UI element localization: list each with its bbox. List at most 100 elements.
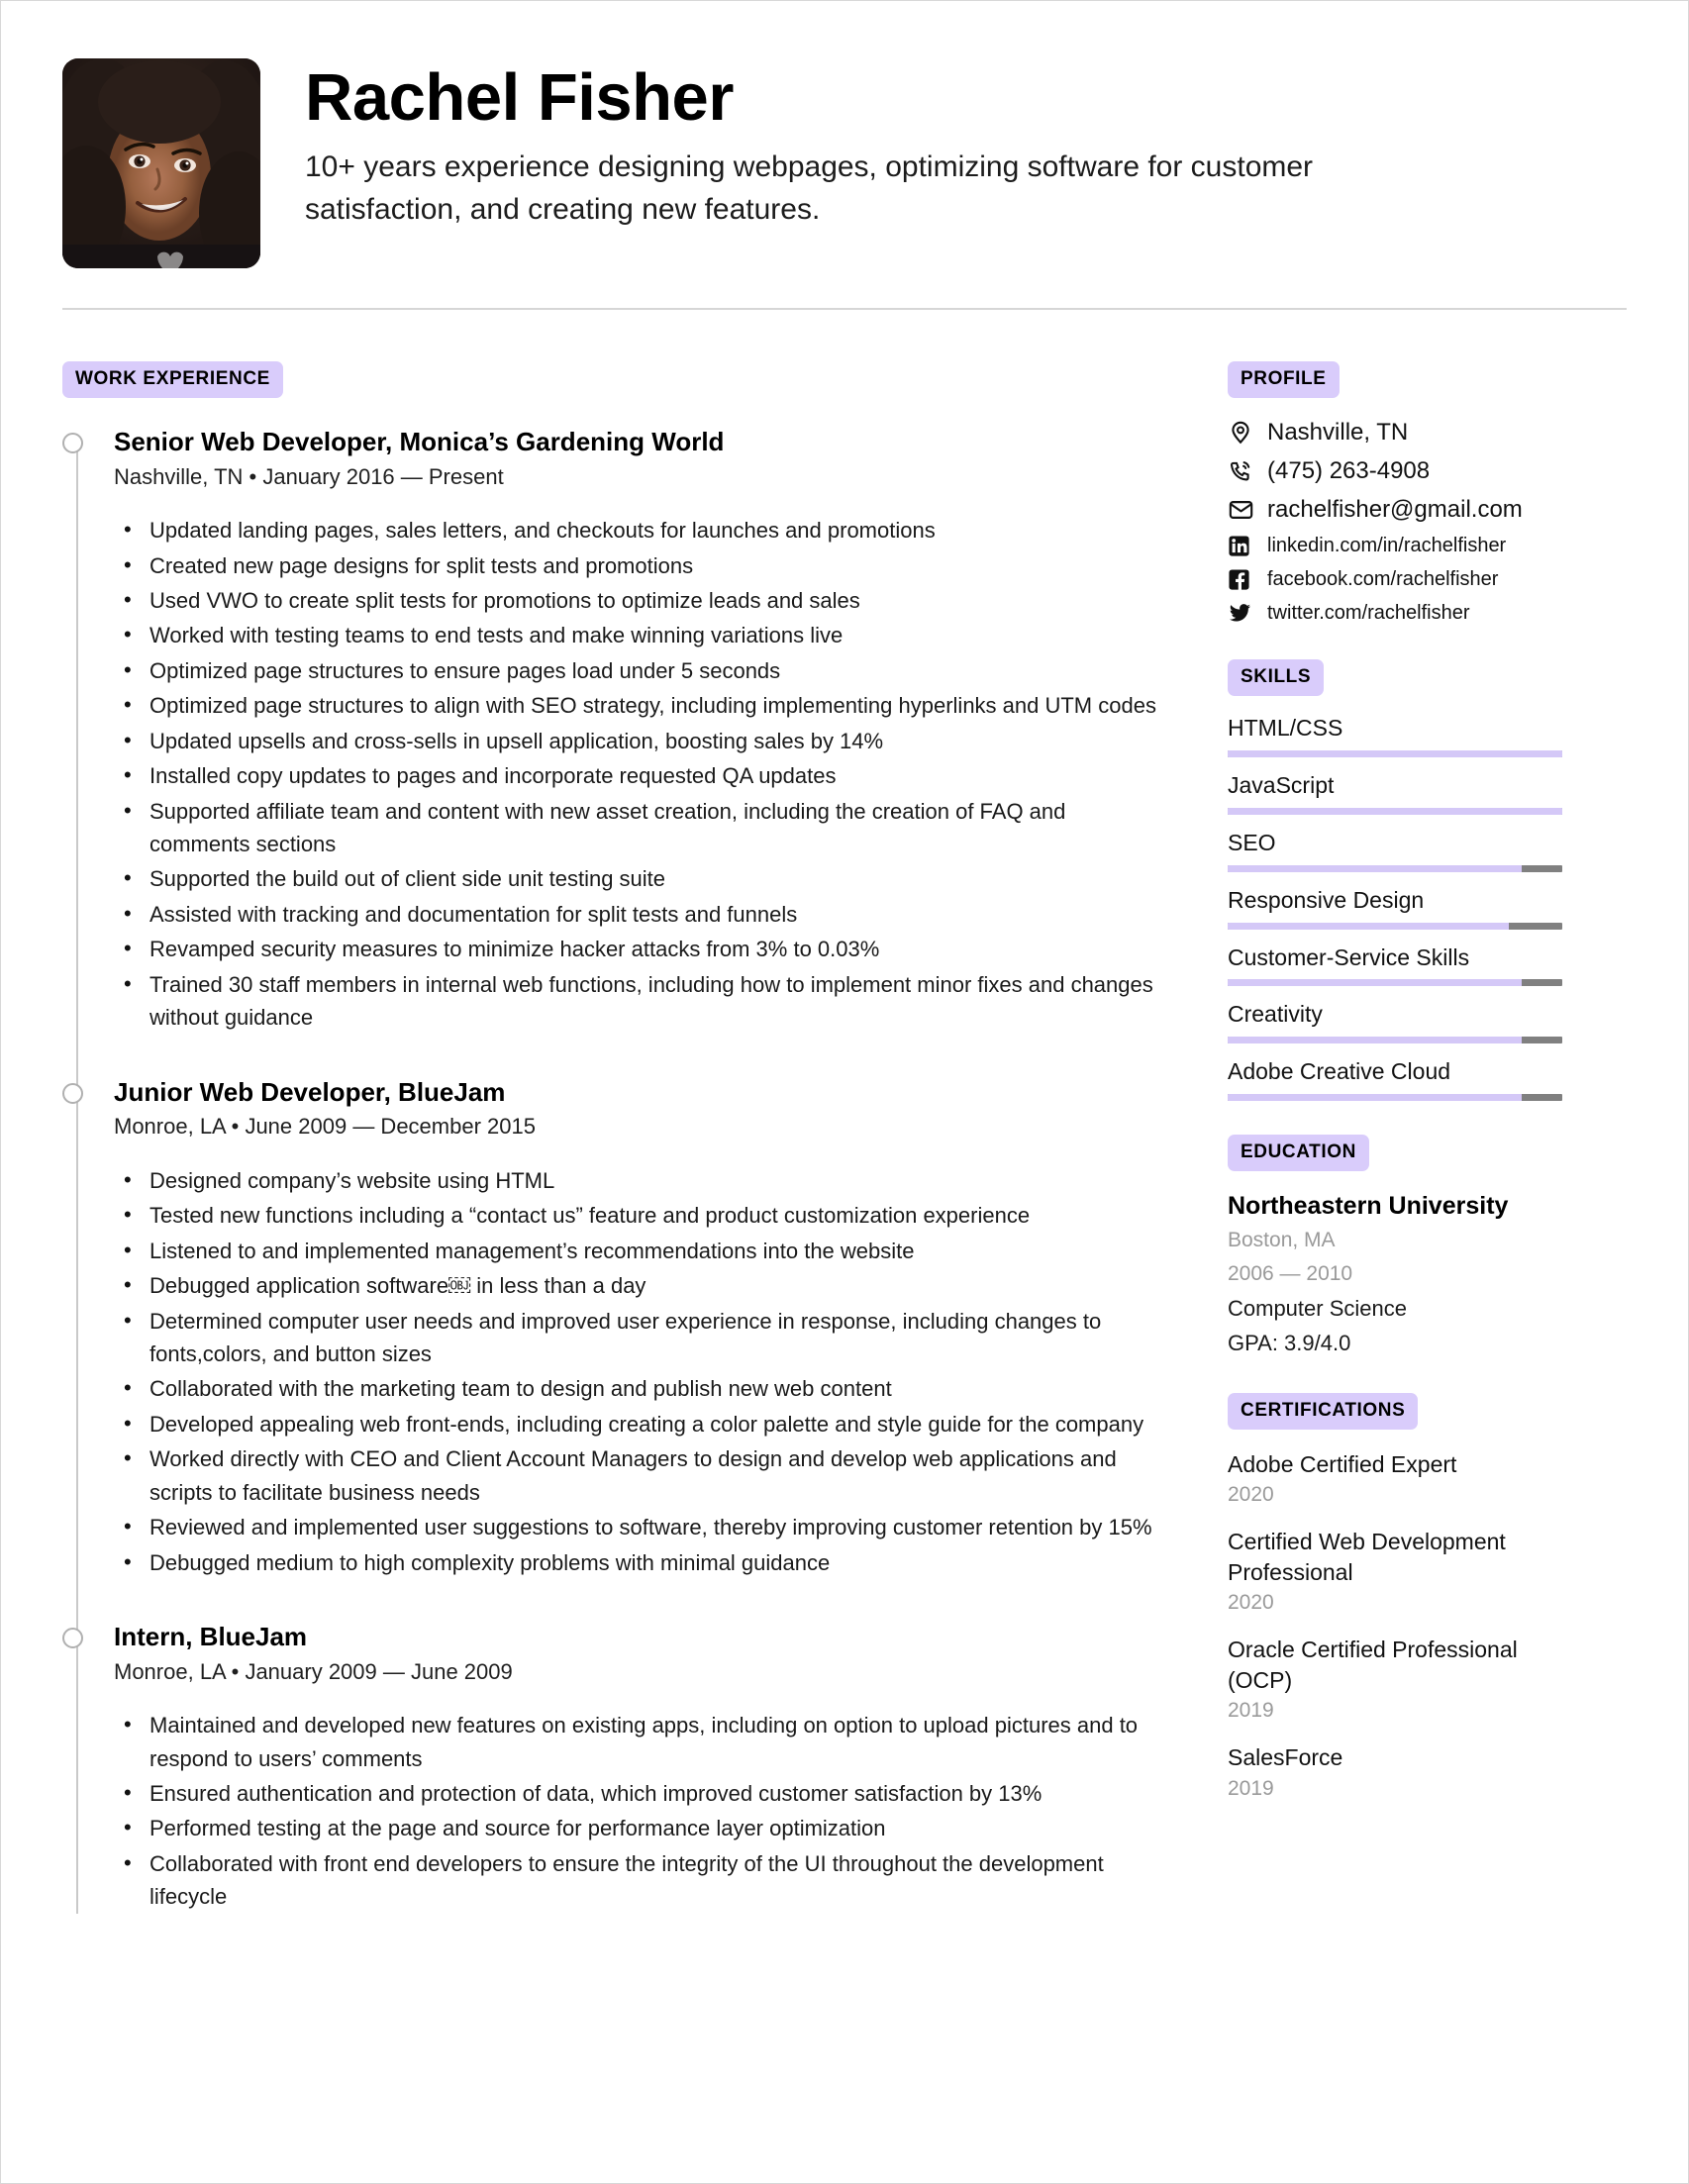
skills-list: HTML/CSS JavaScript SEO Responsive Design Cu…	[1228, 714, 1562, 1102]
job-bullet: Assisted with tracking and documentation…	[114, 897, 1166, 931]
job-bullet: Worked directly with CEO and Client Acco…	[114, 1441, 1166, 1509]
job-bullet-list: Designed company’s website using HTMLTes…	[114, 1163, 1166, 1579]
job-meta: Nashville, TN • January 2016 — Present	[114, 463, 504, 489]
resume-body: WORK EXPERIENCE Senior Web Developer, Mo…	[1, 310, 1688, 1916]
job-bullet: Revamped security measures to minimize h…	[114, 932, 1166, 965]
skill-level-fill	[1228, 807, 1562, 815]
job-bullet: Collaborated with front end developers t…	[114, 1846, 1166, 1914]
skill-name: Adobe Creative Cloud	[1228, 1058, 1451, 1085]
certification-item: Oracle Certified Professional (OCP) 2019	[1228, 1635, 1562, 1725]
job-bullet: Used VWO to create split tests for promo…	[114, 583, 1166, 617]
job-bullet: Ensured authentication and protection of…	[114, 1776, 1166, 1810]
section-badge-skills: SKILLS	[1228, 659, 1325, 696]
location-pin-icon	[1228, 419, 1261, 447]
profile-section: PROFILE Nashville, TN (475) 263-4908 rache…	[1228, 361, 1562, 626]
contact-row[interactable]: facebook.com/rachelfisher	[1228, 567, 1562, 592]
job-bullet-list: Updated landing pages, sales letters, an…	[114, 513, 1166, 1035]
job-entry: Intern, BlueJam Monroe, LA • January 2009…	[62, 1621, 1166, 1914]
job-bullet: Debugged medium to high complexity probl…	[114, 1545, 1166, 1579]
job-bullet: Reviewed and implemented user suggestion…	[114, 1510, 1166, 1543]
certification-name: SalesForce	[1228, 1744, 1343, 1771]
skill-level-bar	[1228, 1094, 1562, 1102]
section-badge-work-experience: WORK EXPERIENCE	[62, 361, 283, 398]
skill-name: Responsive Design	[1228, 886, 1425, 913]
linkedin-icon	[1228, 535, 1261, 557]
job-bullet: Trained 30 staff members in internal web…	[114, 967, 1166, 1035]
job-bullet: Optimized page structures to ensure page…	[114, 653, 1166, 687]
skill-level-fill	[1228, 749, 1562, 757]
skill-name: SEO	[1228, 829, 1276, 855]
resume-header: Rachel Fisher 10+ years experience desig…	[1, 1, 1688, 268]
skill-level-fill	[1228, 1037, 1523, 1044]
resume-page: Rachel Fisher 10+ years experience desig…	[0, 0, 1689, 2184]
certification-year: 2019	[1228, 1776, 1274, 1800]
skill-item: Adobe Creative Cloud	[1228, 1057, 1562, 1102]
job-bullet: Collaborated with the marketing team to …	[114, 1371, 1166, 1405]
job-bullet: Debugged application software￼ in less t…	[114, 1268, 1166, 1302]
skill-level-bar	[1228, 807, 1562, 815]
skill-level-bar	[1228, 749, 1562, 757]
avatar	[62, 58, 260, 268]
certification-item: Adobe Certified Expert 2020	[1228, 1449, 1562, 1510]
skill-item: SEO	[1228, 829, 1562, 872]
education-gpa: GPA: 3.9/4.0	[1228, 1331, 1351, 1356]
skills-section: SKILLS HTML/CSS JavaScript SEO Responsive D…	[1228, 659, 1562, 1102]
skill-item: Responsive Design	[1228, 886, 1562, 930]
skill-level-fill	[1228, 864, 1523, 872]
contact-value: (475) 263-4908	[1267, 457, 1431, 484]
skill-level-fill	[1228, 979, 1523, 987]
job-title: Intern, BlueJam	[114, 1622, 308, 1651]
contact-row[interactable]: rachelfisher@gmail.com	[1228, 495, 1562, 525]
skill-item: HTML/CSS	[1228, 714, 1562, 757]
skill-item: JavaScript	[1228, 771, 1562, 815]
job-bullet: Updated upsells and cross-sells in upsel…	[114, 724, 1166, 757]
certification-year: 2020	[1228, 1591, 1274, 1614]
contact-row[interactable]: (475) 263-4908	[1228, 456, 1562, 486]
job-bullet: Maintained and developed new features on…	[114, 1708, 1166, 1775]
skill-level-fill	[1228, 1094, 1523, 1102]
section-badge-profile: PROFILE	[1228, 361, 1340, 398]
sidebar-column: PROFILE Nashville, TN (475) 263-4908 rache…	[1166, 361, 1562, 1821]
job-bullet: Determined computer user needs and impro…	[114, 1304, 1166, 1371]
job-entry: Junior Web Developer, BlueJam Monroe, LA …	[62, 1076, 1166, 1579]
job-title: Senior Web Developer, Monica’s Gardening…	[114, 427, 725, 456]
job-bullet-list: Maintained and developed new features on…	[114, 1708, 1166, 1914]
contact-value: linkedin.com/in/rachelfisher	[1267, 535, 1507, 556]
contact-value: facebook.com/rachelfisher	[1267, 568, 1499, 590]
contact-row[interactable]: linkedin.com/in/rachelfisher	[1228, 534, 1562, 558]
job-meta: Monroe, LA • June 2009 — December 2015	[114, 1114, 536, 1140]
certification-year: 2020	[1228, 1482, 1274, 1506]
header-tagline: 10+ years experience designing webpages,…	[305, 150, 1314, 226]
job-bullet: Performed testing at the page and source…	[114, 1811, 1166, 1844]
job-bullet: Tested new functions including a “contac…	[114, 1198, 1166, 1232]
work-experience-timeline: Senior Web Developer, Monica’s Gardening…	[62, 426, 1166, 1914]
header-text-block: Rachel Fisher 10+ years experience desig…	[260, 58, 1611, 231]
skill-item: Creativity	[1228, 1000, 1562, 1044]
job-bullet: Worked with testing teams to end tests a…	[114, 618, 1166, 651]
twitter-icon	[1228, 602, 1261, 625]
job-bullet: Supported affiliate team and content wit…	[114, 794, 1166, 861]
job-bullet: Developed appealing web front-ends, incl…	[114, 1407, 1166, 1440]
education-location: Boston, MA	[1228, 1229, 1336, 1252]
certification-name: Certified Web Development Professional	[1228, 1529, 1506, 1585]
contact-value: Nashville, TN	[1267, 419, 1409, 446]
job-bullet: Created new page designs for split tests…	[114, 548, 1166, 582]
certification-item: Certified Web Development Professional 20…	[1228, 1527, 1562, 1617]
timeline-dot-icon	[62, 1628, 83, 1648]
facebook-icon	[1228, 568, 1261, 591]
job-title: Junior Web Developer, BlueJam	[114, 1076, 506, 1107]
education-degree: Computer Science	[1228, 1296, 1407, 1322]
certification-name: Adobe Certified Expert	[1228, 1450, 1457, 1477]
phone-icon	[1228, 457, 1261, 485]
contact-row[interactable]: twitter.com/rachelfisher	[1228, 601, 1562, 626]
job-bullet: Supported the build out of client side u…	[114, 861, 1166, 895]
timeline-dot-icon	[62, 433, 83, 453]
certifications-section: CERTIFICATIONS Adobe Certified Expert 202…	[1228, 1392, 1562, 1804]
education-school: Northeastern University	[1228, 1192, 1509, 1221]
page-title: Rachel Fisher	[305, 60, 734, 135]
certifications-list: Adobe Certified Expert 2020 Certified Web …	[1228, 1449, 1562, 1804]
contact-row[interactable]: Nashville, TN	[1228, 418, 1562, 447]
certification-name: Oracle Certified Professional (OCP)	[1228, 1637, 1518, 1693]
section-badge-education: EDUCATION	[1228, 1135, 1369, 1172]
contact-value: rachelfisher@gmail.com	[1267, 496, 1523, 523]
